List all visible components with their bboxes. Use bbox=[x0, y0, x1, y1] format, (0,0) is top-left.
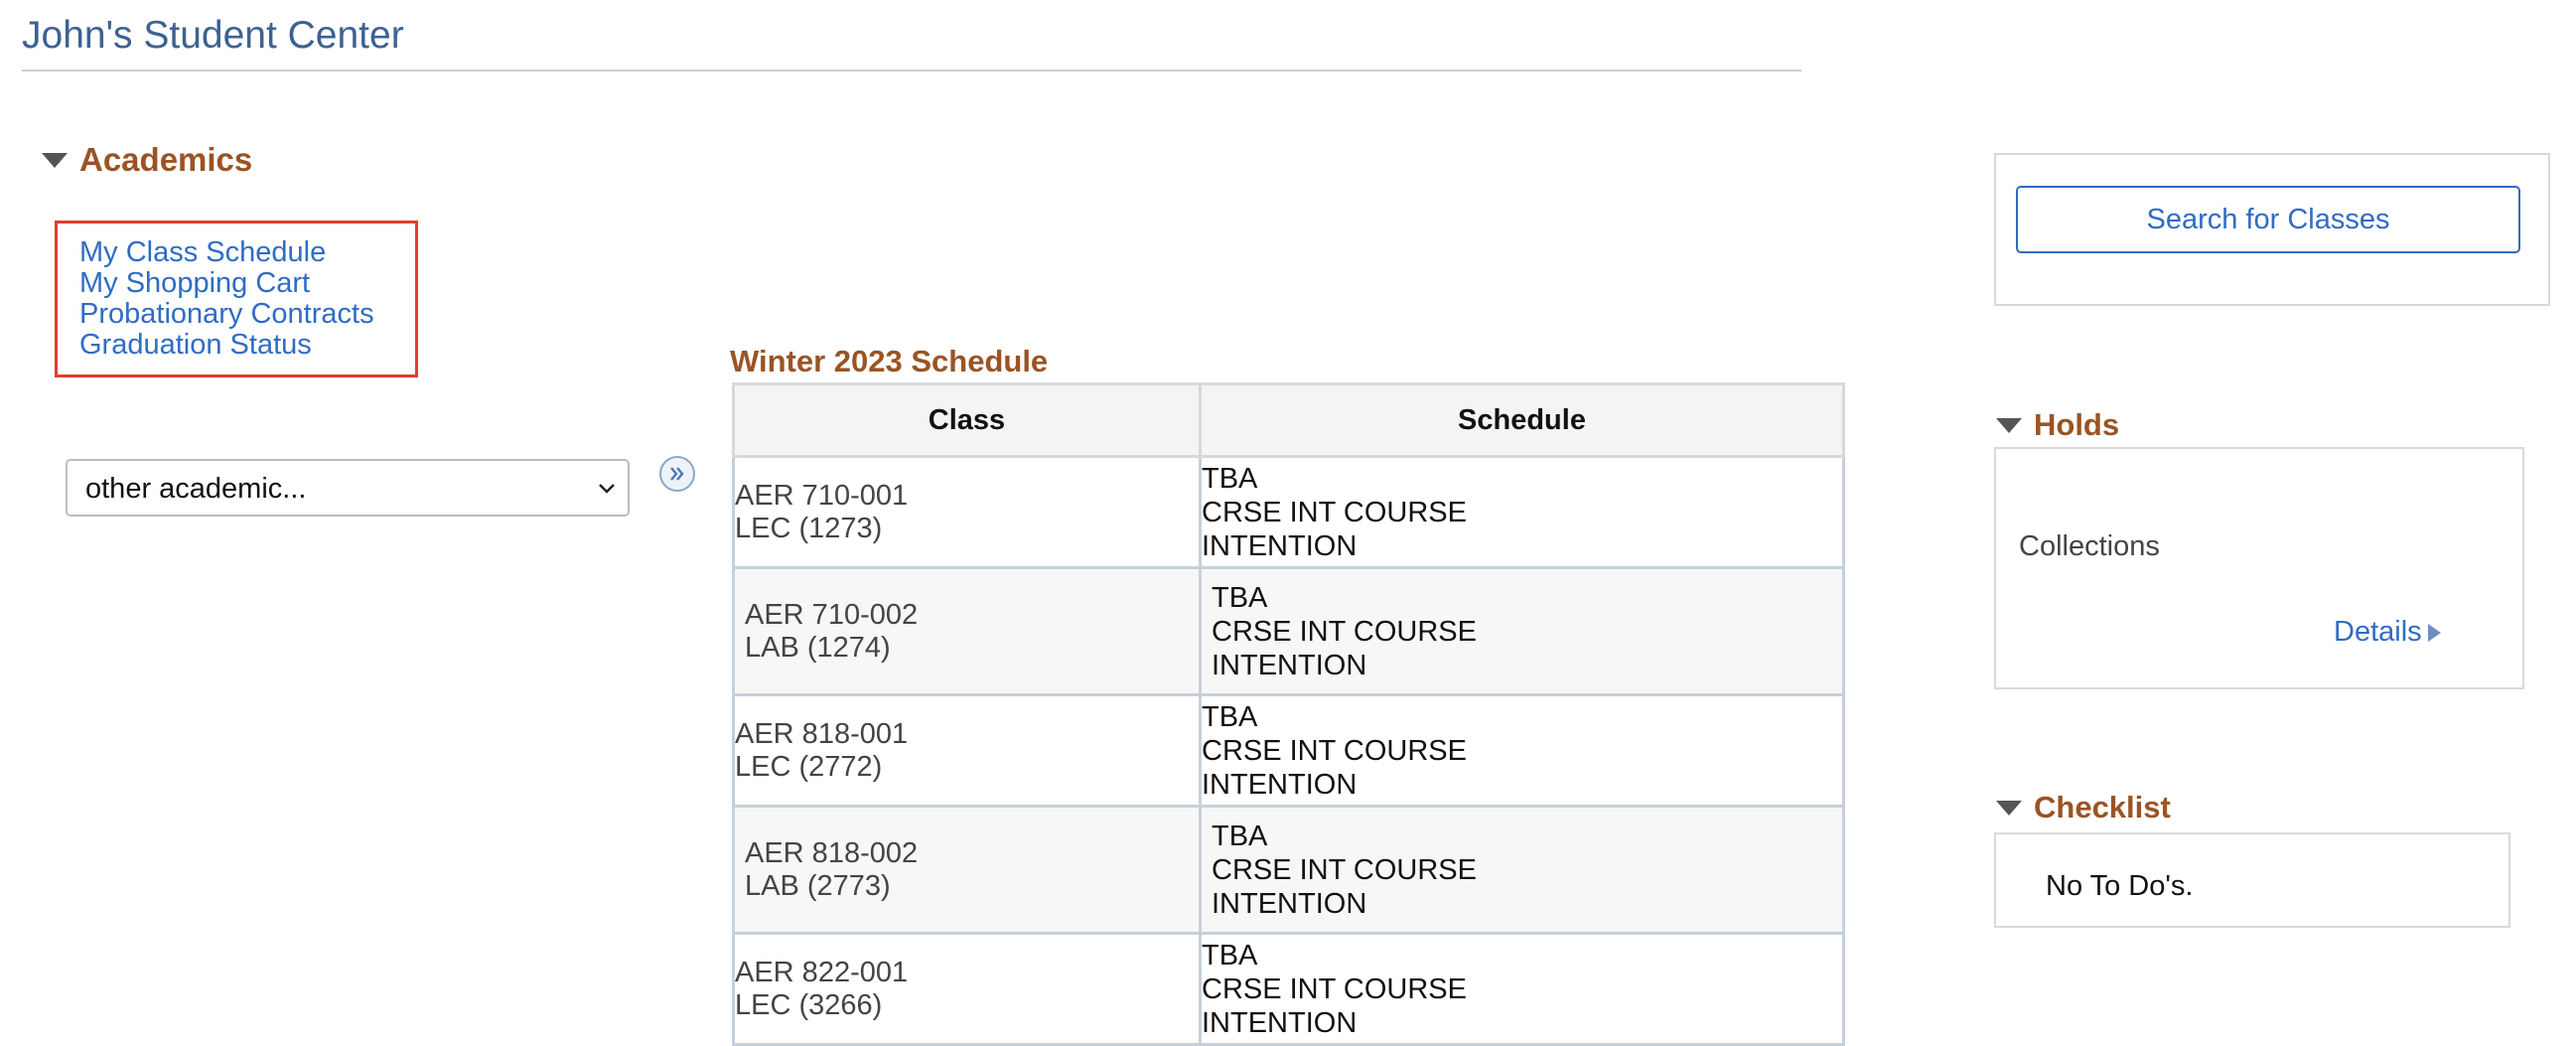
collapse-triangle-icon bbox=[1996, 417, 2022, 433]
column-header-class: Class bbox=[732, 382, 1202, 458]
title-divider bbox=[22, 70, 1801, 72]
schedule-table: Class Schedule AER 710-001 LEC (1273) TB… bbox=[732, 382, 1845, 1046]
my-shopping-cart-link[interactable]: My Shopping Cart bbox=[79, 267, 310, 300]
column-header-schedule: Schedule bbox=[1199, 382, 1845, 458]
select-value: other academic... bbox=[85, 473, 307, 505]
my-class-schedule-link[interactable]: My Class Schedule bbox=[79, 236, 326, 269]
double-chevron-right-icon bbox=[670, 467, 684, 481]
chevron-down-icon bbox=[599, 484, 615, 494]
academics-section-toggle[interactable]: Academics bbox=[42, 141, 252, 179]
class-cell: AER 818-001 LEC (2772) bbox=[732, 693, 1202, 808]
schedule-title: Winter 2023 Schedule bbox=[730, 344, 1049, 378]
checklist-empty-text: No To Do's. bbox=[2046, 870, 2194, 902]
collapse-triangle-icon bbox=[42, 152, 68, 168]
schedule-cell: TBA CRSE INT COURSE INTENTION bbox=[1199, 693, 1845, 808]
academics-heading: Academics bbox=[79, 141, 253, 178]
hold-item: Collections bbox=[2019, 530, 2160, 562]
schedule-cell: TBA CRSE INT COURSE INTENTION bbox=[1199, 455, 1845, 569]
search-for-classes-button[interactable]: Search for Classes bbox=[2016, 186, 2520, 253]
table-row: AER 710-001 LEC (1273) TBA CRSE INT COUR… bbox=[732, 455, 1845, 569]
table-row: AER 818-001 LEC (2772) TBA CRSE INT COUR… bbox=[732, 693, 1845, 808]
table-row: AER 710-002 LAB (1274) TBA CRSE INT COUR… bbox=[732, 566, 1845, 696]
schedule-cell: TBA CRSE INT COURSE INTENTION bbox=[1199, 932, 1845, 1046]
arrow-right-icon bbox=[2427, 623, 2441, 642]
graduation-status-link[interactable]: Graduation Status bbox=[79, 329, 312, 362]
table-row: AER 822-001 LEC (3266) TBA CRSE INT COUR… bbox=[732, 932, 1845, 1046]
checklist-panel: No To Do's. bbox=[1994, 832, 2510, 928]
other-academic-select[interactable]: other academic... bbox=[66, 459, 630, 517]
schedule-cell: TBA CRSE INT COURSE INTENTION bbox=[1199, 566, 1845, 696]
details-link[interactable]: Details bbox=[2334, 616, 2441, 649]
collapse-triangle-icon bbox=[1996, 800, 2022, 816]
checklist-heading: Checklist bbox=[2034, 790, 2171, 824]
go-button[interactable] bbox=[659, 456, 695, 492]
schedule-cell: TBA CRSE INT COURSE INTENTION bbox=[1199, 805, 1845, 935]
page-title: John's Student Center bbox=[22, 14, 404, 57]
details-label: Details bbox=[2334, 616, 2422, 648]
holds-section-toggle[interactable]: Holds bbox=[1996, 407, 2119, 443]
class-cell: AER 818-002 LAB (2773) bbox=[732, 805, 1202, 935]
table-row: AER 818-002 LAB (2773) TBA CRSE INT COUR… bbox=[732, 805, 1845, 935]
probationary-contracts-link[interactable]: Probationary Contracts bbox=[79, 298, 374, 331]
class-cell: AER 710-002 LAB (1274) bbox=[732, 566, 1202, 696]
holds-heading: Holds bbox=[2034, 407, 2120, 442]
class-cell: AER 822-001 LEC (3266) bbox=[732, 932, 1202, 1046]
search-panel: Search for Classes bbox=[1994, 153, 2550, 306]
class-cell: AER 710-001 LEC (1273) bbox=[732, 455, 1202, 569]
holds-panel: Collections Details bbox=[1994, 447, 2524, 689]
checklist-section-toggle[interactable]: Checklist bbox=[1996, 790, 2171, 825]
